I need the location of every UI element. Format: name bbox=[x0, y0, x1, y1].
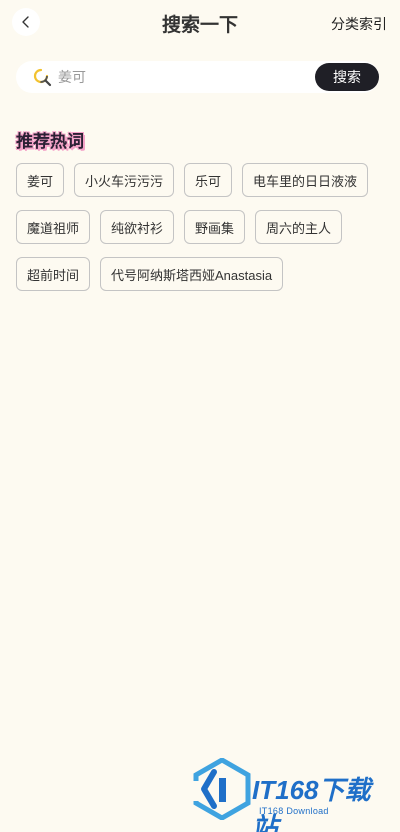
search-input[interactable] bbox=[58, 61, 298, 93]
search-bar: 搜索 bbox=[16, 61, 379, 93]
hot-word-tag[interactable]: 周六的主人 bbox=[255, 210, 343, 244]
hot-word-list: 姜可 小火车污污污 乐可 电车里的日日液液 魔道祖师 纯欲衬衫 野画集 周六的主… bbox=[16, 163, 384, 291]
header: 搜索一下 分类索引 bbox=[0, 0, 400, 46]
search-page: 搜索一下 分类索引 搜索 推荐热词 姜可 小火车污污污 乐可 电车里的日日液液 … bbox=[0, 0, 400, 832]
hot-word-tag[interactable]: 超前时间 bbox=[16, 257, 91, 291]
watermark: IT168下载站 IT168 Download bbox=[192, 754, 392, 832]
hot-word-tag[interactable]: 代号阿纳斯塔西娅Anastasia bbox=[100, 257, 284, 291]
search-button[interactable]: 搜索 bbox=[315, 63, 379, 91]
hot-word-tag[interactable]: 姜可 bbox=[16, 163, 65, 197]
hot-word-tag[interactable]: 小火车污污污 bbox=[74, 163, 175, 197]
chevron-left-icon bbox=[22, 16, 29, 28]
watermark-subtext: IT168 Download bbox=[259, 806, 329, 816]
category-index-link[interactable]: 分类索引 bbox=[331, 14, 387, 34]
watermark-logo-icon bbox=[193, 758, 251, 820]
search-icon bbox=[33, 68, 52, 87]
hot-words-title: 推荐热词 bbox=[16, 132, 84, 151]
hot-word-tag[interactable]: 乐可 bbox=[184, 163, 233, 197]
watermark-text: IT168下载站 bbox=[252, 775, 371, 832]
hot-word-tag[interactable]: 纯欲衬衫 bbox=[100, 210, 175, 244]
back-button[interactable] bbox=[12, 8, 40, 36]
hot-word-tag[interactable]: 电车里的日日液液 bbox=[242, 163, 369, 197]
hot-word-tag[interactable]: 野画集 bbox=[184, 210, 246, 244]
hot-word-tag[interactable]: 魔道祖师 bbox=[16, 210, 91, 244]
